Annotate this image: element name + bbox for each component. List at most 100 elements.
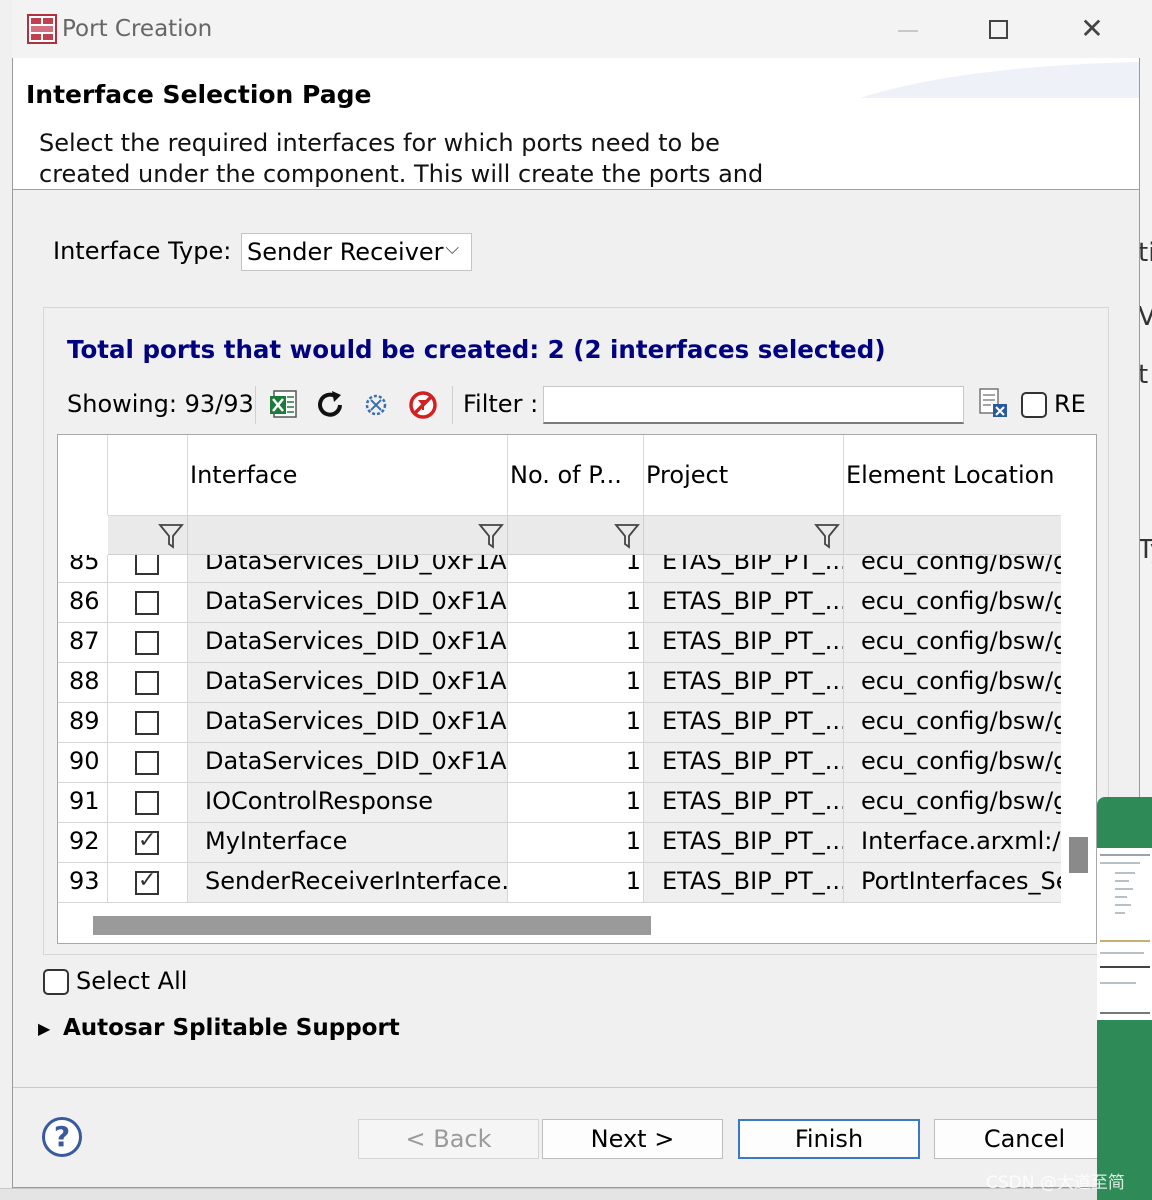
interface-type-dropdown[interactable]: Sender Receiver ⌵: [241, 233, 472, 271]
filter-label: Filter :: [463, 390, 539, 418]
row-checkbox-cell[interactable]: [108, 623, 188, 663]
expand-arrow-icon[interactable]: ▶: [38, 1019, 50, 1038]
table-row[interactable]: 88 DataServices_DID_0xF1A... 1 ETAS_BIP_PT_…: [58, 663, 1062, 703]
interface-cell-text: SenderReceiverInterface...: [205, 867, 508, 895]
port-count-cell-text: 1: [625, 867, 641, 895]
element-location-cell-text: ecu_config/bsw/g: [861, 707, 1062, 735]
background-text-fragment: t: [1138, 360, 1149, 390]
column-header-element-location[interactable]: Element Location: [844, 435, 1062, 515]
regex-label: RE: [1054, 390, 1086, 418]
next-button[interactable]: Next >: [542, 1119, 723, 1159]
filter-settings-icon[interactable]: [360, 389, 392, 421]
header-banner-graphic: [860, 62, 1139, 98]
row-checkbox-cell[interactable]: [108, 743, 188, 783]
interface-type-label: Interface Type:: [53, 237, 232, 265]
filter-row-cell[interactable]: [508, 515, 644, 555]
row-checkbox[interactable]: [135, 711, 159, 735]
help-button[interactable]: ?: [42, 1117, 82, 1157]
port-count-cell: 1: [508, 863, 644, 903]
project-cell: ETAS_BIP_PT_...: [644, 703, 844, 743]
port-count-cell: 1: [508, 555, 644, 583]
row-checkbox-cell[interactable]: [108, 703, 188, 743]
clear-filter-text-icon[interactable]: [977, 387, 1009, 419]
button-bar-divider: [13, 1087, 1139, 1088]
row-number-cell: 91: [58, 783, 108, 823]
toolbar-separator: [452, 386, 453, 424]
table-row[interactable]: 91 IOControlResponse 1 ETAS_BIP_PT_... ecu_c…: [58, 783, 1062, 823]
row-checkbox[interactable]: [135, 791, 159, 815]
element-location-cell: ecu_config/bsw/g: [844, 783, 1062, 823]
row-checkbox[interactable]: [135, 751, 159, 775]
row-number-cell: 93: [58, 863, 108, 903]
page-title: Interface Selection Page: [26, 80, 372, 109]
refresh-icon[interactable]: [314, 389, 346, 421]
autosar-splitable-section[interactable]: Autosar Splitable Support: [63, 1015, 400, 1041]
row-checkbox-cell[interactable]: ✓: [108, 823, 188, 863]
row-checkbox[interactable]: [135, 631, 159, 655]
maximize-button[interactable]: [978, 10, 1018, 50]
row-checkbox[interactable]: [135, 671, 159, 695]
close-button[interactable]: ✕: [1072, 10, 1112, 50]
column-header-interface[interactable]: Interface: [188, 435, 508, 515]
row-checkbox[interactable]: ✓: [135, 828, 159, 855]
interface-type-value: Sender Receiver: [247, 238, 444, 266]
finish-button[interactable]: Finish: [738, 1119, 920, 1159]
filter-row-cell[interactable]: [188, 515, 508, 555]
project-cell-text: ETAS_BIP_PT_...: [662, 555, 844, 575]
row-checkbox-cell[interactable]: [108, 663, 188, 703]
element-location-cell: ecu_config/bsw/g: [844, 703, 1062, 743]
row-number-cell-text: 85: [69, 555, 100, 575]
element-location-cell-text: ecu_config/bsw/g: [861, 747, 1062, 775]
row-checkbox-cell[interactable]: [108, 555, 188, 583]
funnel-filter-icon[interactable]: [158, 522, 184, 550]
filter-row-cell[interactable]: [844, 515, 1062, 555]
column-header-select[interactable]: [108, 435, 188, 515]
filter-row-cell[interactable]: [108, 515, 188, 555]
port-count-cell-text: 1: [625, 555, 641, 575]
background-text-fragment: ti: [1138, 238, 1152, 268]
minimize-button[interactable]: [888, 10, 928, 50]
table-row[interactable]: 86 DataServices_DID_0xF1A... 1 ETAS_BIP_PT_…: [58, 583, 1062, 623]
cancel-button[interactable]: Cancel: [934, 1119, 1115, 1159]
table-body: 85 DataServices_DID_0xF1A... 1 ETAS_BIP_PT_…: [58, 555, 1062, 907]
row-checkbox-cell[interactable]: [108, 783, 188, 823]
regex-checkbox[interactable]: [1021, 392, 1047, 418]
table-row[interactable]: 90 DataServices_DID_0xF1A... 1 ETAS_BIP_PT_…: [58, 743, 1062, 783]
port-count-cell: 1: [508, 703, 644, 743]
row-checkbox[interactable]: [135, 591, 159, 615]
select-all-checkbox[interactable]: [43, 969, 69, 995]
row-checkbox[interactable]: [135, 555, 159, 575]
element-location-cell: ecu_config/bsw/g: [844, 555, 1062, 583]
funnel-filter-icon[interactable]: [478, 522, 504, 550]
project-cell: ETAS_BIP_PT_...: [644, 663, 844, 703]
table-row[interactable]: 92 ✓ MyInterface 1 ETAS_BIP_PT_... Interface.…: [58, 823, 1062, 863]
column-header-port-count[interactable]: No. of P...: [508, 435, 644, 515]
table-row[interactable]: 85 DataServices_DID_0xF1A... 1 ETAS_BIP_PT_…: [58, 555, 1062, 583]
row-checkbox-cell[interactable]: ✓: [108, 863, 188, 903]
row-checkbox-cell[interactable]: [108, 583, 188, 623]
horizontal-scrollbar-thumb[interactable]: [93, 916, 651, 935]
port-count-cell: 1: [508, 583, 644, 623]
row-number-cell-text: 89: [69, 707, 100, 735]
filter-input[interactable]: [543, 386, 964, 424]
funnel-filter-icon[interactable]: [814, 522, 840, 550]
table-row[interactable]: 87 DataServices_DID_0xF1A... 1 ETAS_BIP_PT_…: [58, 623, 1062, 663]
clear-filter-icon[interactable]: [407, 389, 439, 421]
select-all-label[interactable]: Select All: [76, 967, 187, 995]
row-number-cell-text: 87: [69, 627, 100, 655]
project-cell-text: ETAS_BIP_PT_...: [662, 827, 844, 855]
row-checkbox[interactable]: ✓: [135, 868, 159, 895]
vertical-scrollbar-thumb[interactable]: [1069, 837, 1088, 873]
table-row[interactable]: 89 DataServices_DID_0xF1A... 1 ETAS_BIP_PT_…: [58, 703, 1062, 743]
background-text-fragment: V: [1138, 302, 1152, 332]
background-text-fragment: Ty: [1138, 535, 1152, 565]
excel-export-icon[interactable]: [268, 389, 300, 421]
column-header-project[interactable]: Project: [644, 435, 844, 515]
chevron-down-icon: ⌵: [445, 238, 459, 259]
filter-row-cell[interactable]: [644, 515, 844, 555]
row-number-cell-text: 92: [69, 827, 100, 855]
funnel-filter-icon[interactable]: [614, 522, 640, 550]
table-row[interactable]: 93 ✓ SenderReceiverInterface... 1 ETAS_BIP_P…: [58, 863, 1062, 903]
back-button[interactable]: < Back: [358, 1119, 539, 1159]
element-location-cell: ecu_config/bsw/g: [844, 743, 1062, 783]
